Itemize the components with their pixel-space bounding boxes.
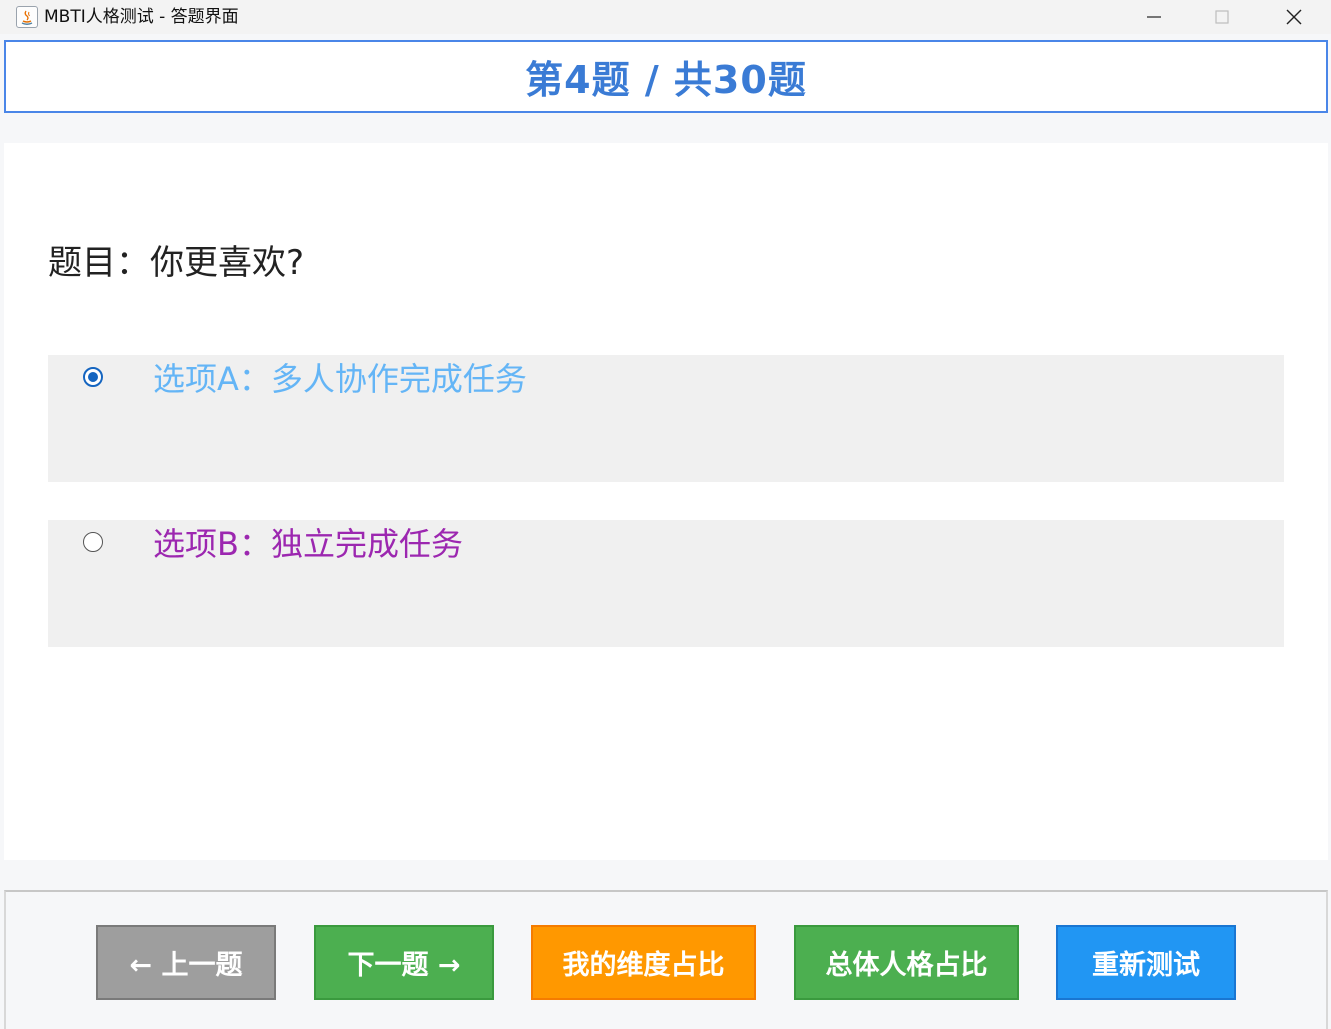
maximize-icon	[1215, 10, 1229, 24]
window-title: MBTI人格测试 - 答题界面	[44, 7, 239, 27]
option-b-label[interactable]: 选项B：独立完成任务	[153, 524, 463, 564]
question-panel: 题目：你更喜欢? 选项A：多人协作完成任务 选项B：独立完成任务	[4, 143, 1328, 860]
title-bar: MBTI人格测试 - 答题界面	[0, 0, 1331, 34]
question-text: 题目：你更喜欢?	[48, 243, 305, 283]
close-icon	[1286, 9, 1302, 25]
my-dimension-ratio-button[interactable]: 我的维度占比	[531, 925, 756, 1000]
progress-title: 第4题 / 共30题	[525, 58, 807, 102]
progress-header: 第4题 / 共30题	[4, 40, 1328, 113]
button-bar: ← 上一题 下一题 → 我的维度占比 总体人格占比 重新测试	[4, 890, 1328, 1029]
option-a-radio[interactable]	[83, 367, 103, 387]
java-app-icon	[16, 6, 38, 28]
minimize-icon	[1147, 16, 1161, 18]
option-a[interactable]: 选项A：多人协作完成任务	[48, 355, 1284, 482]
option-b[interactable]: 选项B：独立完成任务	[48, 520, 1284, 647]
option-a-label[interactable]: 选项A：多人协作完成任务	[153, 359, 527, 399]
option-b-radio[interactable]	[83, 532, 103, 552]
previous-question-button[interactable]: ← 上一题	[96, 925, 276, 1000]
close-button[interactable]	[1264, 0, 1324, 34]
app-window: MBTI人格测试 - 答题界面 第4题 / 共30题 题目：你更喜欢? 选项A：…	[0, 0, 1331, 1029]
next-question-button[interactable]: 下一题 →	[314, 925, 494, 1000]
overall-personality-ratio-button[interactable]: 总体人格占比	[794, 925, 1019, 1000]
minimize-button[interactable]	[1124, 0, 1184, 34]
restart-test-button[interactable]: 重新测试	[1056, 925, 1236, 1000]
maximize-button[interactable]	[1192, 0, 1252, 34]
